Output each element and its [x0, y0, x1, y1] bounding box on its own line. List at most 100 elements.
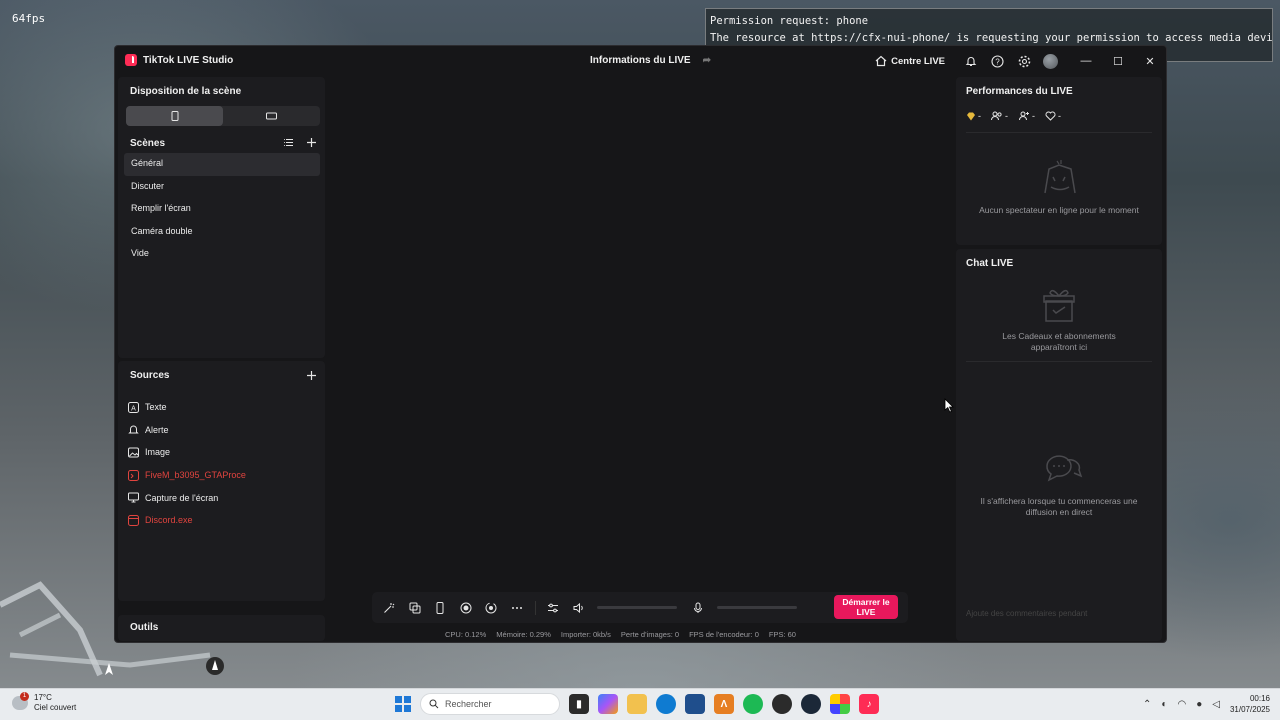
portrait-layout-button[interactable]	[126, 106, 223, 126]
volume-icon[interactable]: ◁	[1212, 699, 1220, 710]
source-item-image[interactable]: Image	[128, 441, 318, 464]
github-icon[interactable]	[772, 694, 792, 714]
viewers-stat[interactable]: -	[991, 111, 1008, 121]
tiktok-live-studio-taskbar-icon[interactable]: ♪	[859, 694, 879, 714]
scenes-header-actions	[283, 137, 317, 148]
microphone-icon[interactable]	[691, 601, 705, 615]
landscape-icon	[266, 112, 277, 120]
speaker-volume-slider[interactable]	[597, 606, 677, 609]
source-item-fivem[interactable]: FiveM_b3095_GTAProce	[128, 464, 318, 487]
record-icon[interactable]	[459, 601, 473, 615]
edge-browser-icon[interactable]	[656, 694, 676, 714]
minimize-button[interactable]: —	[1070, 46, 1102, 76]
gift-box-illustration-icon	[1043, 289, 1075, 322]
windows-start-icon[interactable]	[395, 696, 411, 712]
live-info-label: Informations du LIVE	[590, 55, 691, 66]
image-icon	[128, 447, 139, 458]
source-label: FiveM_b3095_GTAProce	[145, 470, 246, 481]
source-item-texte[interactable]: A Texte	[128, 396, 318, 419]
add-follower-icon	[1019, 111, 1029, 121]
status-bar: CPU: 0.12% Mémoire: 0.29% Importer: 0kb/…	[445, 630, 796, 639]
tray-overflow-icon[interactable]: ⌃	[1143, 699, 1151, 710]
share-icon[interactable]: ➦	[703, 55, 711, 66]
speaker-volume-icon[interactable]	[572, 601, 586, 615]
magic-effects-icon[interactable]	[382, 601, 396, 615]
live-preview-area[interactable]	[328, 77, 954, 641]
performance-title: Performances du LIVE	[966, 86, 1073, 97]
diamonds-value: -	[978, 111, 981, 121]
source-label: Alerte	[145, 424, 169, 435]
fps-stat: FPS: 60	[768, 630, 796, 639]
weather-description: Ciel couvert	[34, 703, 77, 712]
chat-empty-message: Il s'affichera lorsque tu commenceras un…	[980, 496, 1138, 517]
chat-divider	[966, 361, 1152, 362]
app-a-icon[interactable]: Λ	[714, 694, 734, 714]
list-icon[interactable]	[283, 137, 294, 148]
monitor-icon	[128, 492, 139, 503]
bell-icon[interactable]	[964, 54, 978, 68]
microphone-tray-icon[interactable]: ●	[1196, 699, 1202, 710]
replay-icon[interactable]	[484, 601, 498, 615]
headset-icon[interactable]: ◠	[1177, 699, 1186, 710]
add-source-icon[interactable]	[306, 370, 317, 381]
spotify-icon[interactable]	[743, 694, 763, 714]
scene-item-vide[interactable]: Vide	[124, 243, 320, 266]
colorful-app-icon[interactable]	[830, 694, 850, 714]
live-info-title[interactable]: Informations du LIVE ➦	[590, 55, 711, 66]
close-button[interactable]: ✕	[1134, 46, 1166, 76]
landscape-layout-button[interactable]	[223, 106, 320, 126]
start-live-button[interactable]: Démarrer le LIVE	[834, 595, 898, 619]
file-explorer-icon[interactable]	[627, 694, 647, 714]
network-icon[interactable]: ◐	[1161, 699, 1167, 710]
source-item-capture-ecran[interactable]: Capture de l'écran	[128, 486, 318, 509]
stream-control-bar: Démarrer le LIVE	[372, 592, 908, 623]
audio-mixer-icon[interactable]	[546, 601, 560, 615]
more-options-icon[interactable]	[510, 601, 524, 615]
gifts-empty-message: Les Cadeaux et abonnements apparaîtront …	[1002, 331, 1116, 352]
scene-item-camera-double[interactable]: Caméra double	[124, 221, 320, 244]
scene-item-remplir-ecran[interactable]: Remplir l'écran	[124, 198, 320, 221]
weather-widget[interactable]: 1 17°C Ciel couvert	[12, 692, 77, 713]
copilot-icon[interactable]	[598, 694, 618, 714]
sources-card: Sources A Texte Alerte Image FiveM_b3095…	[118, 361, 325, 601]
steam-icon[interactable]	[801, 694, 821, 714]
phone-layout-icon[interactable]	[433, 601, 447, 615]
control-separator	[535, 600, 536, 615]
title-actions: Centre LIVE ? — ☐ ✕	[875, 46, 1166, 76]
no-viewers-message: Aucun spectateur en ligne pour le moment	[979, 205, 1139, 215]
new-followers-stat[interactable]: -	[1018, 111, 1035, 121]
help-icon[interactable]: ?	[991, 54, 1005, 68]
source-item-alerte[interactable]: Alerte	[128, 419, 318, 442]
source-item-discord[interactable]: Discord.exe	[128, 509, 318, 532]
scene-item-discuter[interactable]: Discuter	[124, 176, 320, 199]
microsoft-store-icon[interactable]	[685, 694, 705, 714]
titlebar: TikTok LIVE Studio Informations du LIVE …	[115, 46, 1166, 76]
performance-stats: - - - -	[966, 111, 1061, 121]
system-tray: ⌃ ◐ ◠ ● ◁ 00:16 31/07/2025	[1143, 693, 1270, 715]
user-avatar[interactable]	[1043, 53, 1058, 69]
settings-gear-icon[interactable]	[1018, 54, 1032, 68]
add-scene-icon[interactable]	[306, 137, 317, 148]
diamonds-stat[interactable]: -	[966, 111, 981, 121]
clock[interactable]: 00:16 31/07/2025	[1230, 693, 1270, 715]
no-viewers-illustration-icon	[1044, 160, 1076, 194]
heart-icon	[1045, 111, 1056, 121]
task-view-icon[interactable]: ▮	[569, 694, 589, 714]
portrait-icon	[171, 111, 178, 121]
tools-title: Outils	[130, 622, 159, 633]
enhance-icon[interactable]	[408, 601, 422, 615]
likes-stat[interactable]: -	[1045, 111, 1061, 121]
maximize-button[interactable]: ☐	[1102, 46, 1134, 76]
taskbar-search[interactable]: Rechercher	[420, 693, 560, 715]
new-followers-value: -	[1032, 111, 1035, 121]
sources-title: Sources	[130, 370, 170, 381]
tools-card[interactable]: Outils	[118, 615, 325, 641]
home-icon	[875, 55, 887, 67]
text-icon: A	[128, 401, 139, 413]
chat-comment-input[interactable]: Ajoute des commentaires pendant	[966, 609, 1087, 618]
svg-text:A: A	[131, 405, 136, 412]
centre-live-button[interactable]: Centre LIVE	[875, 55, 945, 67]
scene-item-general[interactable]: Général	[124, 153, 320, 176]
microphone-volume-slider[interactable]	[716, 606, 797, 609]
permission-title: Permission request: phone	[710, 15, 869, 27]
